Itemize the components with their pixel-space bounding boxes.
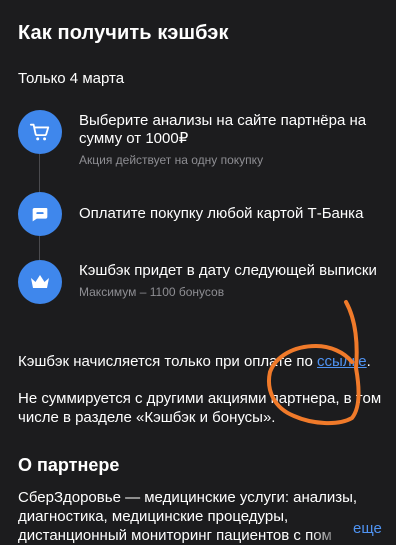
promo-date: Только 4 марта <box>18 70 125 87</box>
page-title: Как получить кэшбэк <box>18 22 229 44</box>
step-subtitle: Акция действует на одну покупку <box>79 153 264 167</box>
step-text: Оплатите покупку любой картой Т‑Банка <box>79 205 384 223</box>
description-fade <box>310 523 350 543</box>
shopping-cart-icon <box>29 123 50 141</box>
step-icon-badge <box>18 110 62 154</box>
partner-heading: О партнере <box>18 455 120 475</box>
hand-drawn-circle-annotation <box>267 300 361 425</box>
step-title: Оплатите покупку любой картой Т‑Банка <box>79 205 364 222</box>
show-more-button[interactable]: еще <box>349 520 382 537</box>
step-title: Выберите анализы на сайте партнёра на су… <box>79 112 367 147</box>
step-title: Кэшбэк придет в дату следующей выписки <box>79 262 377 279</box>
step-text: Выберите анализы на сайте партнёра на су… <box>79 112 384 168</box>
cashback-sheet: Как получить кэшбэк Только 4 марта Выбер… <box>0 0 396 545</box>
step-icon-badge <box>18 192 62 236</box>
crown-icon <box>31 275 49 288</box>
step-icon-badge <box>18 260 62 304</box>
step-connector <box>39 236 40 260</box>
card-icon <box>32 208 48 222</box>
